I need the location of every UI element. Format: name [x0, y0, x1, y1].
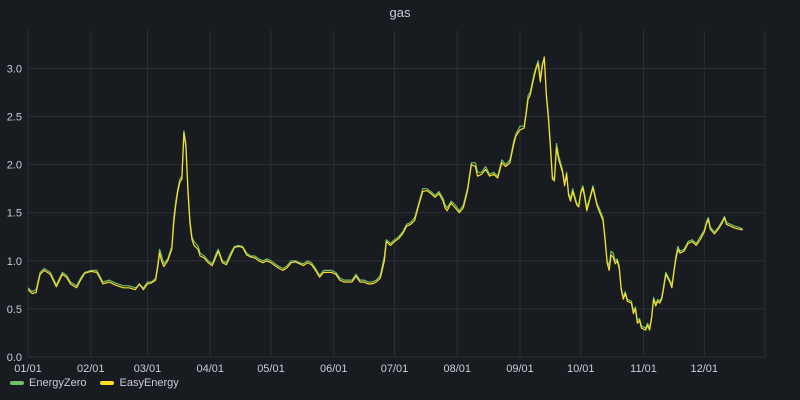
legend-swatch-easyenergy: [100, 381, 115, 385]
x-axis-labels: 01/01 02/01 03/01 04/01 05/01 06/01 07/01 08/01…: [14, 363, 718, 375]
y-tick-label: 2.0: [7, 160, 22, 172]
x-tick-label: 01/01: [14, 363, 42, 375]
x-tick-label: 11/01: [630, 363, 657, 375]
legend-item-energyzero[interactable]: EnergyZero: [10, 377, 86, 389]
x-tick-label: 09/01: [506, 363, 534, 375]
x-tick-label: 10/01: [567, 363, 595, 375]
x-tick-label: 06/01: [320, 363, 348, 375]
chart-panel: gas 0.0 0.5 1.0 1.5 2.0 2.5 3.0 01/01 02/01 03/0…: [0, 0, 800, 400]
y-tick-label: 0.5: [7, 304, 22, 316]
y-tick-label: 1.0: [7, 256, 22, 268]
legend-item-easyenergy[interactable]: EasyEnergy: [100, 377, 179, 389]
x-tick-label: 12/01: [690, 363, 718, 375]
x-tick-label: 05/01: [257, 363, 285, 375]
x-tick-label: 02/01: [77, 363, 105, 375]
legend-label-energyzero: EnergyZero: [29, 377, 87, 389]
series-line-easyenergy[interactable]: [27, 56, 743, 331]
y-tick-label: 3.0: [7, 63, 22, 75]
legend-label-easyenergy: EasyEnergy: [119, 377, 179, 389]
legend-swatch-energyzero: [10, 381, 24, 385]
series-lines: [27, 56, 743, 331]
x-tick-label: 08/01: [443, 363, 471, 375]
legend: EnergyZero EasyEnergy: [10, 377, 179, 389]
x-tick-label: 04/01: [196, 363, 224, 375]
x-tick-label: 03/01: [134, 363, 162, 375]
x-tick-label: 07/01: [381, 363, 409, 375]
y-tick-label: 1.5: [7, 208, 22, 220]
y-tick-label: 2.5: [7, 112, 22, 124]
series-line-energyzero[interactable]: [27, 58, 743, 329]
line-chart[interactable]: 0.00.51.01.52.02.53.0 01/01 02/01 03/01 04/…: [0, 0, 800, 400]
y-axis-labels: 0.00.51.01.52.02.53.0: [7, 63, 22, 364]
grid-lines: [27, 30, 766, 358]
